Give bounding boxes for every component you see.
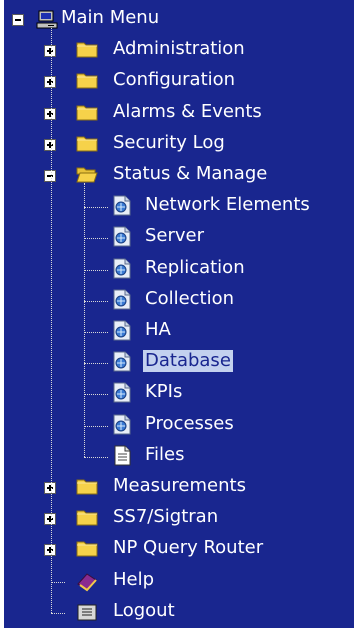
status-page-icon [111, 257, 133, 280]
folder-icon [76, 102, 98, 122]
folder-open-icon [76, 164, 98, 184]
menu-item-alarms-and-events-label: Alarms & Events [113, 100, 262, 122]
status-page-icon [111, 319, 133, 342]
menu-item-logout[interactable]: Logout [4, 597, 354, 628]
menu-item-ss7-sigtran-label: SS7/Sigtran [113, 506, 219, 528]
menu-item-replication-label: Replication [145, 256, 245, 278]
status-page-icon [111, 225, 133, 248]
status-manage-connector-line [84, 183, 85, 457]
status-page-icon [111, 413, 133, 436]
menu-item-measurements[interactable]: Measurements [4, 472, 354, 503]
help-book-icon [76, 570, 98, 591]
menu-item-server-label: Server [145, 225, 205, 247]
status-page-icon [111, 350, 133, 373]
folder-icon [76, 476, 98, 496]
menu-item-security-log-label: Security Log [113, 131, 225, 153]
menu-item-collection-label: Collection [145, 287, 235, 309]
menu-item-files-label: Files [145, 443, 185, 465]
menu-item-server[interactable]: Server [4, 222, 354, 253]
menu-item-database-label: Database [143, 350, 233, 373]
menu-item-replication[interactable]: Replication [4, 254, 354, 285]
main-menu-connector-line [51, 26, 52, 613]
menu-item-main-menu[interactable]: Main Menu [4, 4, 354, 35]
menu-item-processes[interactable]: Processes [4, 410, 354, 441]
computer-icon [36, 8, 58, 29]
menu-item-ss7-sigtran[interactable]: SS7/Sigtran [4, 503, 354, 534]
status-page-icon [111, 288, 133, 311]
menu-item-ha[interactable]: HA [4, 316, 354, 347]
menu-item-np-query-router-label: NP Query Router [113, 537, 264, 559]
menu-item-network-elements[interactable]: Network Elements [4, 191, 354, 222]
status-page-icon [111, 381, 133, 404]
menu-item-network-elements-label: Network Elements [145, 194, 310, 216]
menu-item-administration-label: Administration [113, 38, 245, 60]
menu-item-kpis-label: KPIs [145, 381, 183, 403]
menu-item-status-and-manage[interactable]: Status & Manage [4, 160, 354, 191]
menu-item-configuration-label: Configuration [113, 69, 236, 91]
menu-item-logout-label: Logout [113, 599, 175, 621]
menu-item-configuration[interactable]: Configuration [4, 66, 354, 97]
menu-item-help[interactable]: Help [4, 566, 354, 597]
document-icon [111, 444, 133, 467]
logout-icon [76, 601, 98, 621]
folder-icon [76, 70, 98, 90]
menu-item-status-and-manage-label: Status & Manage [113, 163, 268, 184]
menu-item-alarms-and-events[interactable]: Alarms & Events [4, 98, 354, 129]
menu-item-measurements-label: Measurements [113, 475, 246, 496]
menu-item-collection[interactable]: Collection [4, 285, 354, 316]
menu-item-files[interactable]: Files [4, 441, 354, 472]
menu-item-np-query-router[interactable]: NP Query Router [4, 534, 354, 565]
menu-item-help-label: Help [113, 568, 155, 590]
main-menu-tree: Main Menu Administration Configuration Alar… [4, 0, 354, 628]
folder-icon [76, 39, 98, 59]
menu-item-processes-label: Processes [145, 412, 234, 434]
menu-item-ha-label: HA [145, 319, 171, 340]
menu-item-main-menu-label: Main Menu [61, 7, 160, 28]
folder-icon [76, 133, 98, 153]
menu-item-security-log[interactable]: Security Log [4, 129, 354, 160]
menu-item-kpis[interactable]: KPIs [4, 378, 354, 409]
menu-item-administration[interactable]: Administration [4, 35, 354, 66]
folder-icon [76, 538, 98, 558]
status-page-icon [111, 194, 133, 217]
menu-item-database[interactable]: Database [4, 347, 354, 378]
folder-icon [76, 507, 98, 527]
